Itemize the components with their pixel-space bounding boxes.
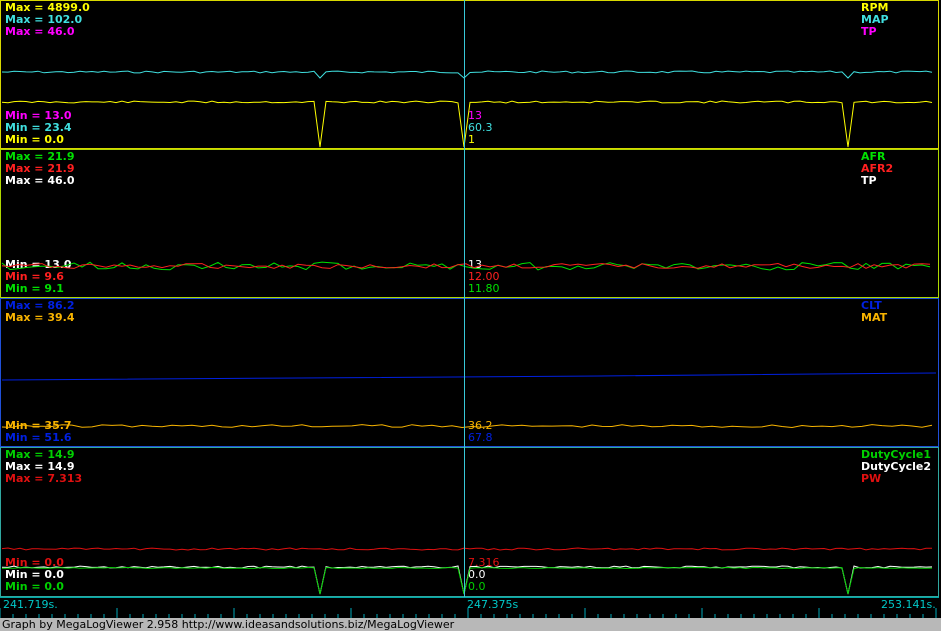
- time-axis-scrollbar[interactable]: 241.719s. 247.375s 253.141s.: [0, 597, 939, 618]
- time-start-label: 241.719s.: [3, 598, 58, 611]
- footer-status-bar: Graph by MegaLogViewer 2.958 http://www.…: [0, 618, 941, 631]
- time-cursor-label: 247.375s: [467, 598, 519, 611]
- log-graph-area[interactable]: Max = 4899.0 Max = 102.0 Max = 46.0 Min …: [0, 0, 941, 631]
- trace-lines: [1, 70, 937, 595]
- time-cursor-line[interactable]: [464, 0, 465, 597]
- time-end-label: 253.141s.: [881, 598, 936, 611]
- footer-credit-text: Graph by MegaLogViewer 2.958 http://www.…: [2, 618, 455, 631]
